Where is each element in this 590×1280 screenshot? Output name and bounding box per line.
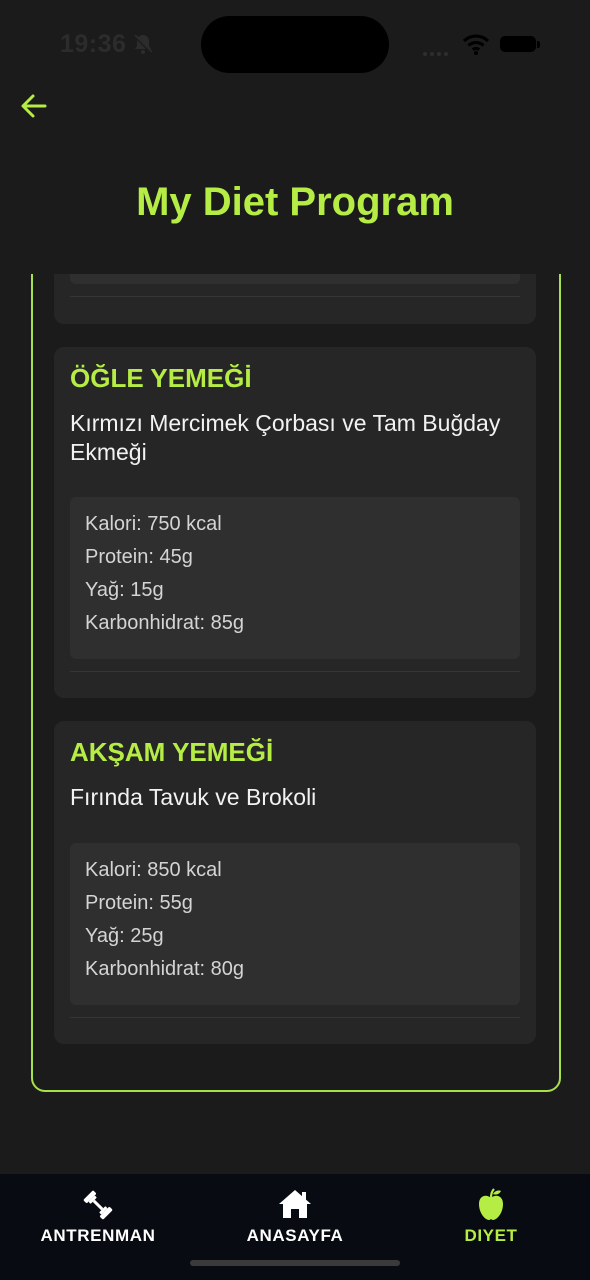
calories-value: Kalori: 850 kcal (85, 859, 222, 881)
home-icon (279, 1190, 311, 1218)
meal-label: AKŞAM YEMEĞİ (70, 737, 274, 767)
divider (70, 671, 520, 672)
carbs-value: Karbonhidrat: 80g (85, 958, 245, 980)
tab-label: ANTRENMAN (40, 1226, 156, 1245)
dumbbell-icon (83, 1190, 113, 1220)
tab-label: DIYET (464, 1226, 518, 1245)
battery-cap (537, 41, 540, 48)
divider (70, 1017, 520, 1018)
tab-diyet[interactable]: DIYET (411, 1174, 571, 1254)
meal-card-dinner: AKŞAM YEMEĞİ Fırında Tavuk ve Brokoli Ka… (54, 721, 536, 1044)
meal-name: Fırında Tavuk ve Brokoli (70, 784, 317, 810)
meal-card-lunch: ÖĞLE YEMEĞİ Kırmızı Mercimek Çorbası ve … (54, 347, 536, 698)
apple-icon (479, 1188, 503, 1220)
back-arrow-icon[interactable] (18, 90, 50, 122)
carbs-value: Karbonhidrat: 85g (85, 612, 245, 634)
status-time: 19:36 (60, 30, 127, 58)
status-bar: 19:36 (0, 0, 590, 80)
battery-icon (500, 36, 536, 52)
meal-label: ÖĞLE YEMEĞİ (70, 363, 252, 393)
protein-value: Protein: 55g (85, 892, 193, 914)
macro-box: Kalori: 750 kcal Protein: 45g Yağ: 15g K… (70, 497, 520, 659)
page-title: My Diet Program (136, 180, 454, 224)
calories-value: Kalori: 750 kcal (85, 513, 222, 535)
meal-list[interactable]: ÖĞLE YEMEĞİ Kırmızı Mercimek Çorbası ve … (0, 274, 590, 1174)
tab-antrenman[interactable]: ANTRENMAN (18, 1174, 178, 1254)
divider (70, 296, 520, 297)
dynamic-island (201, 16, 389, 73)
macro-box: Kalori: 850 kcal Protein: 55g Yağ: 25g K… (70, 843, 520, 1005)
tab-anasayfa[interactable]: ANASAYFA (215, 1174, 375, 1254)
wifi-icon (462, 34, 490, 55)
signal-icon (423, 43, 451, 61)
meal-name: Kırmızı Mercimek Çorbası ve Tam Buğday E… (70, 410, 501, 465)
fat-value: Yağ: 25g (85, 925, 164, 947)
fat-value: Yağ: 15g (85, 579, 164, 601)
meal-card-previous (54, 274, 536, 324)
home-indicator (190, 1260, 400, 1266)
macro-box (70, 274, 520, 284)
protein-value: Protein: 45g (85, 546, 193, 568)
bell-slash-icon (132, 33, 154, 55)
tab-label: ANASAYFA (246, 1226, 344, 1245)
